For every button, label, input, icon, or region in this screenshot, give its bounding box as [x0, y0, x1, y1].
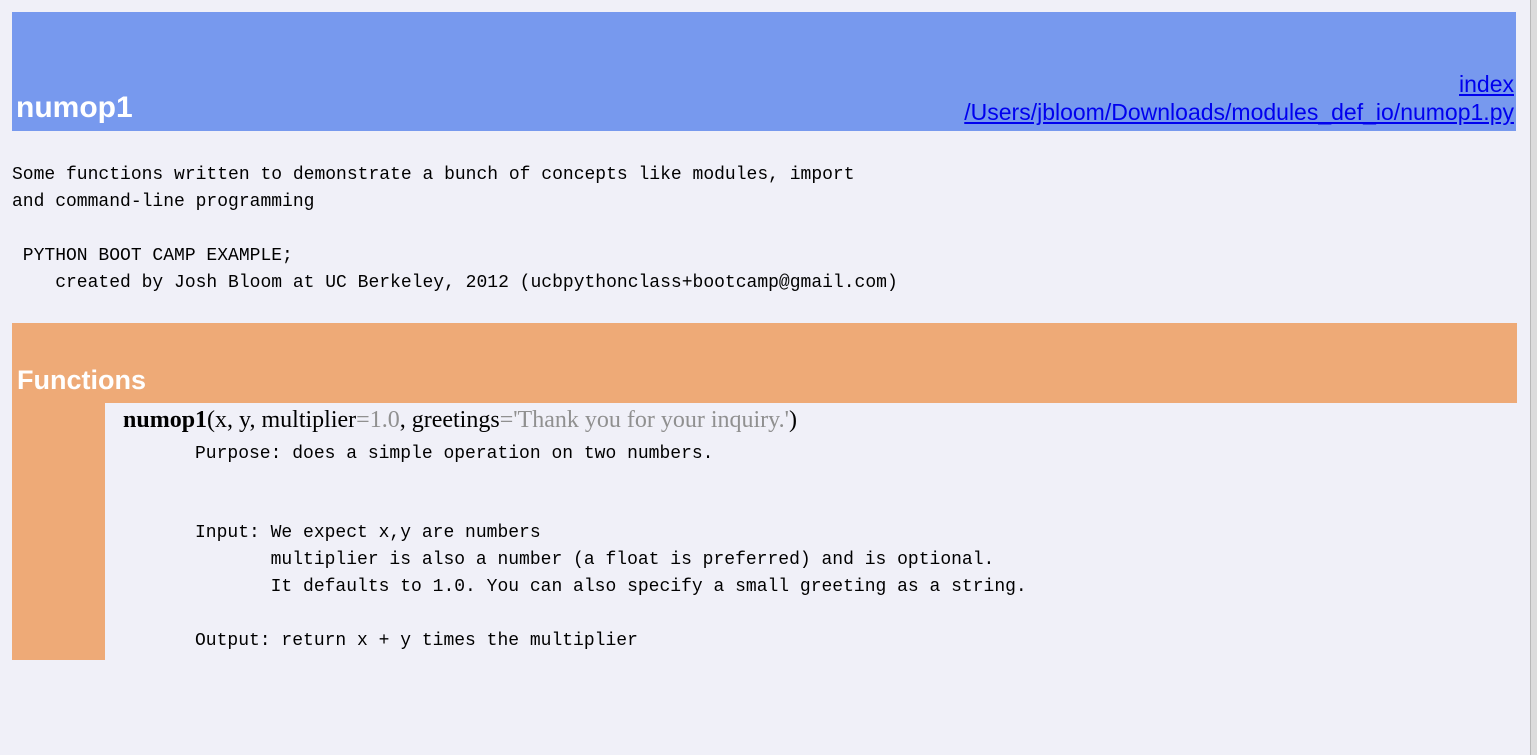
param-multiplier: multiplier: [261, 407, 357, 433]
param-y: y: [239, 407, 250, 433]
function-signature: numop1(x, y, multiplier=1.0, greetings='…: [123, 405, 797, 435]
functions-header: Functions: [12, 323, 1517, 403]
signature-separator: ,: [227, 407, 240, 433]
docstring-line: PYTHON BOOT CAMP EXAMPLE;: [12, 246, 293, 266]
doc-input-line: Input: We expect x,y are numbers: [195, 523, 541, 543]
param-greetings: greetings: [411, 407, 500, 433]
param-x: x: [215, 407, 228, 433]
signature-separator: ,: [249, 407, 262, 433]
pydoc-page: numop1 index /Users/jbloom/Downloads/mod…: [0, 0, 1537, 755]
functions-body: numop1(x, y, multiplier=1.0, greetings='…: [12, 403, 1517, 660]
function-name: numop1: [123, 407, 208, 433]
default-greetings: ='Thank you for your inquiry.': [499, 407, 789, 433]
doc-output: Output: return x + y times the multiplie…: [195, 631, 638, 651]
index-link[interactable]: index: [964, 70, 1514, 98]
docstring-line: and command-line programming: [12, 192, 315, 212]
header-links: index /Users/jbloom/Downloads/modules_de…: [964, 70, 1514, 126]
function-doc-purpose: Purpose: does a simple operation on two …: [195, 441, 713, 468]
signature-separator: ,: [399, 407, 412, 433]
module-docstring: Some functions written to demonstrate a …: [12, 162, 898, 297]
docstring-line: created by Josh Bloom at UC Berkeley, 20…: [12, 273, 898, 293]
functions-gutter: [12, 403, 105, 660]
window-right-edge: [1530, 0, 1537, 755]
function-doc-details: Input: We expect x,y are numbers multipl…: [195, 520, 1027, 655]
source-file-link[interactable]: /Users/jbloom/Downloads/modules_def_io/n…: [964, 98, 1514, 126]
doc-input-line: multiplier is also a number (a float is …: [195, 550, 995, 570]
doc-purpose: Purpose: does a simple operation on two …: [195, 444, 714, 464]
functions-title: Functions: [17, 365, 146, 395]
module-title: numop1: [16, 91, 133, 124]
module-header: numop1 index /Users/jbloom/Downloads/mod…: [12, 12, 1516, 131]
docstring-line: Some functions written to demonstrate a …: [12, 165, 855, 185]
signature-paren: ): [788, 407, 797, 433]
signature-paren: (: [207, 407, 216, 433]
functions-section: Functions numop1(x, y, multiplier=1.0, g…: [12, 323, 1517, 660]
doc-input-line: It defaults to 1.0. You can also specify…: [195, 577, 1027, 597]
default-multiplier: =1.0: [356, 407, 400, 433]
